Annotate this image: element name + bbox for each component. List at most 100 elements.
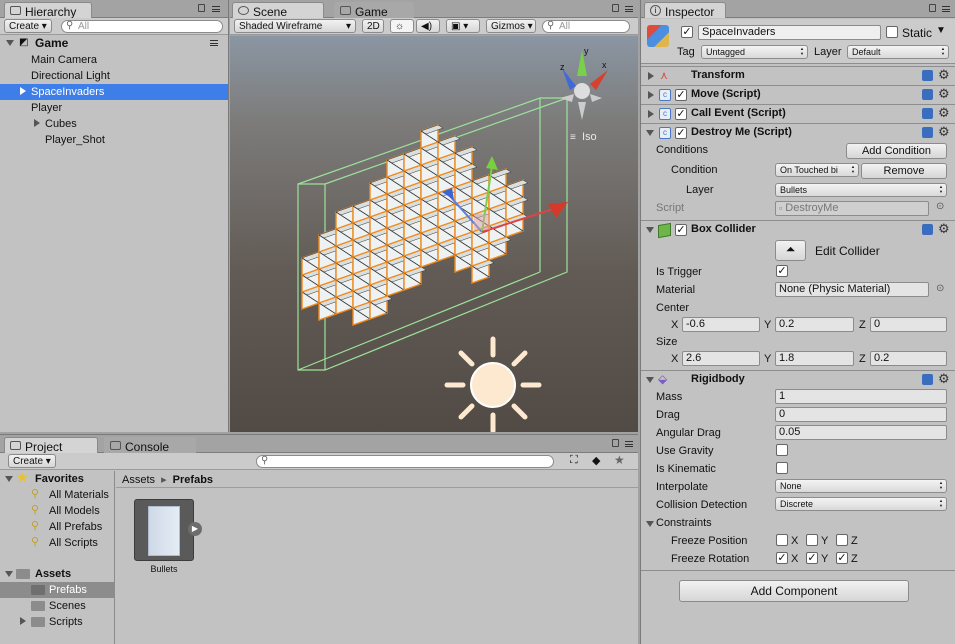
projection-label[interactable]: Iso bbox=[582, 131, 597, 143]
expand-arrow-icon[interactable] bbox=[20, 87, 26, 95]
help-book-icon[interactable] bbox=[922, 89, 933, 100]
scene-root-row[interactable]: ◩ Game bbox=[0, 35, 228, 51]
breadcrumb-prefabs[interactable]: Prefabs bbox=[173, 474, 213, 486]
move-script-header[interactable]: c ✓ Move (Script) ⚙ bbox=[641, 85, 955, 104]
hierarchy-search-input[interactable]: All bbox=[61, 20, 223, 33]
freeze-position-z-checkbox[interactable] bbox=[836, 534, 848, 546]
active-checkbox[interactable]: ✓ bbox=[681, 26, 693, 38]
hierarchy-create-button[interactable]: Create ▾ bbox=[4, 19, 52, 33]
gear-icon[interactable]: ⚙ bbox=[938, 105, 950, 121]
is-trigger-checkbox[interactable]: ✓ bbox=[776, 265, 788, 277]
hierarchy-item-cubes[interactable]: Cubes bbox=[0, 116, 228, 132]
help-book-icon[interactable] bbox=[922, 70, 933, 81]
search-by-type-icon[interactable]: ⛶ bbox=[570, 454, 578, 467]
constraints-arrow-icon[interactable] bbox=[646, 521, 654, 527]
condition-dropdown[interactable]: On Touched bi bbox=[775, 163, 859, 177]
lock-icon[interactable] bbox=[612, 439, 619, 447]
folder-prefabs[interactable]: Prefabs bbox=[0, 582, 114, 598]
asset-bullets[interactable]: ▶ Bullets bbox=[134, 499, 202, 575]
freeze-rotation-x-checkbox[interactable]: ✓ bbox=[776, 552, 788, 564]
transform-header[interactable]: ⋏ Transform ⚙ bbox=[641, 66, 955, 85]
size-y-field[interactable]: 1.8 bbox=[775, 351, 854, 366]
gizmos-dropdown[interactable]: Gizmos ▾ bbox=[486, 19, 536, 33]
expand-arrow-icon[interactable] bbox=[6, 40, 14, 46]
physic-material-field[interactable]: None (Physic Material) bbox=[775, 282, 929, 297]
tag-dropdown[interactable]: Untagged bbox=[701, 45, 808, 59]
panel-menu-icon[interactable] bbox=[625, 441, 633, 447]
mass-field[interactable]: 1 bbox=[775, 389, 947, 404]
rigidbody-header[interactable]: ⬙ Rigidbody ⚙ bbox=[641, 370, 955, 389]
expand-arrow-icon[interactable] bbox=[5, 571, 13, 577]
condition-layer-dropdown[interactable]: Bullets bbox=[775, 183, 947, 197]
call-event-header[interactable]: c ✓ Call Event (Script) ⚙ bbox=[641, 104, 955, 123]
size-z-field[interactable]: 0.2 bbox=[870, 351, 947, 366]
interpolate-dropdown[interactable]: None bbox=[775, 479, 947, 493]
audio-toggle-button[interactable]: ◀) bbox=[416, 19, 440, 33]
lock-icon[interactable] bbox=[929, 4, 936, 12]
freeze-position-x-checkbox[interactable] bbox=[776, 534, 788, 546]
scene-viewport[interactable]: y x z ≡ Iso bbox=[230, 36, 638, 432]
static-checkbox[interactable] bbox=[886, 26, 898, 38]
object-picker-icon[interactable]: ⊙ bbox=[936, 201, 944, 212]
lock-icon[interactable] bbox=[198, 4, 205, 12]
expand-arrow-icon[interactable] bbox=[648, 91, 654, 99]
tab-inspector[interactable]: i Inspector bbox=[644, 2, 726, 19]
is-kinematic-checkbox[interactable] bbox=[776, 462, 788, 474]
breadcrumb-assets[interactable]: Assets bbox=[122, 474, 155, 486]
use-gravity-checkbox[interactable] bbox=[776, 444, 788, 456]
layer-dropdown[interactable]: Default bbox=[847, 45, 949, 59]
center-y-field[interactable]: 0.2 bbox=[775, 317, 854, 332]
object-name-field[interactable]: SpaceInvaders bbox=[698, 25, 881, 40]
gear-icon[interactable]: ⚙ bbox=[938, 371, 950, 387]
tab-console[interactable]: Console bbox=[104, 437, 196, 454]
effects-dropdown[interactable]: ▣ ▾ bbox=[446, 19, 480, 33]
favorite-star-icon[interactable]: ★ bbox=[614, 453, 625, 467]
center-z-field[interactable]: 0 bbox=[870, 317, 947, 332]
edit-collider-button[interactable]: ⏶ bbox=[775, 240, 806, 261]
assets-row[interactable]: Assets bbox=[0, 566, 114, 582]
favorite-all-scripts[interactable]: ⚲ All Scripts bbox=[0, 535, 114, 551]
gear-icon[interactable]: ⚙ bbox=[938, 221, 950, 237]
drag-field[interactable]: 0 bbox=[775, 407, 947, 422]
collapse-arrow-icon[interactable] bbox=[646, 130, 654, 136]
expand-arrow-icon[interactable] bbox=[34, 119, 40, 127]
favorites-row[interactable]: ★ Favorites bbox=[0, 469, 114, 487]
favorite-all-prefabs[interactable]: ⚲ All Prefabs bbox=[0, 519, 114, 535]
search-by-label-icon[interactable]: ◆ bbox=[592, 454, 600, 467]
hierarchy-item-player-shot[interactable]: Player_Shot bbox=[0, 132, 228, 148]
center-x-field[interactable]: -0.6 bbox=[682, 317, 760, 332]
box-collider-header[interactable]: ✓ Box Collider ⚙ bbox=[641, 220, 955, 239]
hierarchy-item-spaceinvaders[interactable]: SpaceInvaders bbox=[0, 84, 228, 100]
gear-icon[interactable]: ⚙ bbox=[938, 124, 950, 140]
remove-condition-button[interactable]: Remove bbox=[861, 163, 947, 179]
gear-icon[interactable]: ⚙ bbox=[938, 67, 950, 83]
panel-menu-icon[interactable] bbox=[942, 6, 950, 12]
folder-scenes[interactable]: Scenes bbox=[0, 598, 114, 614]
collapse-arrow-icon[interactable] bbox=[646, 227, 654, 233]
2d-toggle-button[interactable]: 2D bbox=[362, 19, 384, 33]
destroy-me-enabled-checkbox[interactable]: ✓ bbox=[675, 127, 687, 139]
lock-icon[interactable] bbox=[612, 4, 619, 12]
angular-drag-field[interactable]: 0.05 bbox=[775, 425, 947, 440]
box-collider-enabled-checkbox[interactable]: ✓ bbox=[675, 224, 687, 236]
expand-arrow-icon[interactable] bbox=[648, 110, 654, 118]
expand-arrow-icon[interactable] bbox=[5, 476, 13, 482]
project-search-input[interactable] bbox=[256, 455, 554, 468]
freeze-position-y-checkbox[interactable] bbox=[806, 534, 818, 546]
add-condition-button[interactable]: Add Condition bbox=[846, 143, 947, 159]
tab-scene[interactable]: Scene bbox=[232, 2, 324, 19]
object-picker-icon[interactable]: ⊙ bbox=[936, 283, 944, 294]
add-component-button[interactable]: Add Component bbox=[679, 580, 909, 602]
scene-menu-icon[interactable] bbox=[210, 40, 218, 46]
panel-menu-icon[interactable] bbox=[625, 6, 633, 12]
expand-arrow-icon[interactable] bbox=[648, 72, 654, 80]
call-event-enabled-checkbox[interactable]: ✓ bbox=[675, 108, 687, 120]
collapse-arrow-icon[interactable] bbox=[646, 377, 654, 383]
help-book-icon[interactable] bbox=[922, 127, 933, 138]
folder-scripts[interactable]: Scripts bbox=[0, 614, 114, 630]
panel-menu-icon[interactable] bbox=[212, 6, 220, 12]
destroy-me-header[interactable]: c ✓ Destroy Me (Script) ⚙ bbox=[641, 123, 955, 142]
static-dropdown-arrow-icon[interactable]: ▼ bbox=[936, 25, 946, 36]
tab-project[interactable]: Project bbox=[4, 437, 98, 454]
collision-detection-dropdown[interactable]: Discrete bbox=[775, 497, 947, 511]
